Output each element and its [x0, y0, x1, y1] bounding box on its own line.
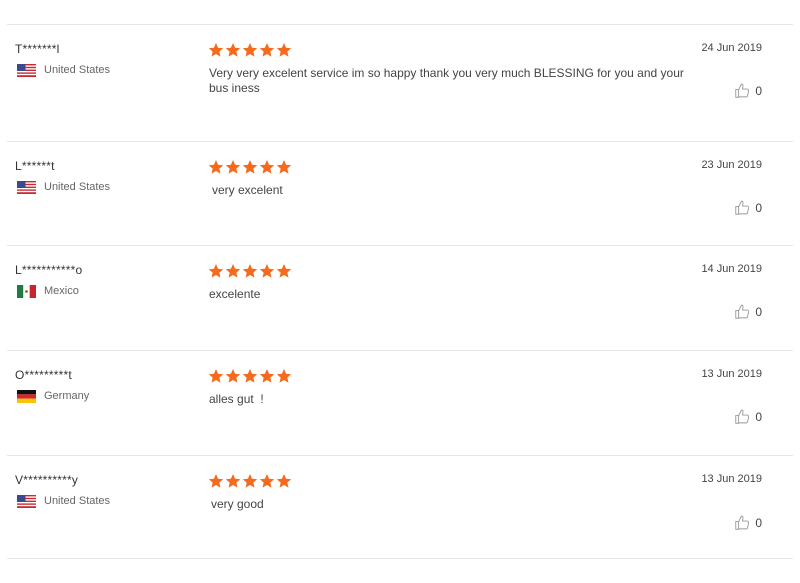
star-icon [242, 160, 258, 174]
review-item: L***********o Mexico excelente 14 Jun 20… [7, 245, 793, 350]
star-rating [208, 368, 292, 384]
review-comment: very excelent [212, 183, 283, 197]
star-icon [225, 474, 241, 488]
helpful-count: 0 [755, 83, 762, 98]
star-rating [208, 263, 292, 279]
star-icon [259, 160, 275, 174]
review-date: 23 Jun 2019 [701, 159, 762, 171]
review-item: T*******l United States Very very excele… [7, 24, 793, 141]
review-date: 14 Jun 2019 [701, 263, 762, 275]
review-comment: very good [211, 497, 264, 511]
star-icon [208, 369, 224, 383]
star-icon [276, 160, 292, 174]
star-icon [225, 369, 241, 383]
star-icon [208, 474, 224, 488]
star-icon [276, 43, 292, 57]
review-comment: excelente [209, 287, 261, 301]
helpful-count: 0 [755, 409, 762, 424]
star-icon [242, 369, 258, 383]
star-icon [259, 264, 275, 278]
review-date: 13 Jun 2019 [701, 368, 762, 380]
us-flag-icon [17, 63, 36, 77]
reviewer-name: L***********o [15, 263, 83, 277]
reviewer-name: L******t [15, 159, 55, 173]
review-item: V**********y United States very good 13 … [7, 455, 793, 559]
review-item: L******t United States very excelent 23 … [7, 141, 793, 245]
star-icon [276, 264, 292, 278]
review-comment: Very very excelent service im so happy t… [209, 66, 684, 95]
star-icon [242, 43, 258, 57]
helpful-button[interactable]: 0 [734, 199, 762, 216]
country-name: United States [44, 64, 111, 76]
star-icon [276, 474, 292, 488]
review-date: 13 Jun 2019 [701, 473, 762, 485]
review-list: T*******l United States Very very excele… [7, 24, 793, 559]
thumbs-up-icon [735, 515, 750, 530]
star-icon [242, 474, 258, 488]
review-item: O*********t Germany alles gut ! 13 Jun 2… [7, 350, 793, 455]
star-icon [259, 43, 275, 57]
reviewer-country: United States [17, 180, 110, 194]
star-icon [276, 369, 292, 383]
helpful-count: 0 [755, 304, 762, 319]
reviewer-country: United States [17, 494, 110, 508]
star-icon [225, 43, 241, 57]
reviewer-name: O*********t [15, 368, 72, 382]
helpful-button[interactable]: 0 [734, 514, 762, 531]
star-icon [259, 369, 275, 383]
country-name: Mexico [44, 285, 79, 297]
star-icon [208, 160, 224, 174]
country-name: United States [44, 181, 111, 193]
helpful-button[interactable]: 0 [734, 82, 762, 99]
country-name: Germany [44, 390, 90, 402]
star-icon [208, 43, 224, 57]
star-icon [208, 264, 224, 278]
germany-flag-icon [17, 389, 36, 403]
thumbs-up-icon [735, 200, 750, 215]
reviewer-name: T*******l [15, 42, 60, 56]
reviewer-name: V**********y [15, 473, 79, 487]
mexico-flag-icon [17, 284, 36, 298]
reviewer-country: Mexico [17, 284, 79, 298]
thumbs-up-icon [735, 83, 750, 98]
review-date: 24 Jun 2019 [701, 42, 762, 54]
star-icon [225, 160, 241, 174]
country-name: United States [44, 495, 111, 507]
us-flag-icon [17, 180, 36, 194]
reviewer-country: Germany [17, 389, 89, 403]
star-icon [225, 264, 241, 278]
thumbs-up-icon [735, 304, 750, 319]
star-rating [208, 473, 292, 489]
star-icon [259, 474, 275, 488]
star-icon [242, 264, 258, 278]
thumbs-up-icon [735, 409, 750, 424]
us-flag-icon [17, 494, 36, 508]
star-rating [208, 42, 292, 58]
helpful-button[interactable]: 0 [734, 408, 762, 425]
star-rating [208, 159, 292, 175]
helpful-button[interactable]: 0 [734, 303, 762, 320]
helpful-count: 0 [755, 200, 762, 215]
review-comment: alles gut ! [209, 392, 264, 406]
helpful-count: 0 [755, 515, 762, 530]
reviewer-country: United States [17, 63, 110, 77]
